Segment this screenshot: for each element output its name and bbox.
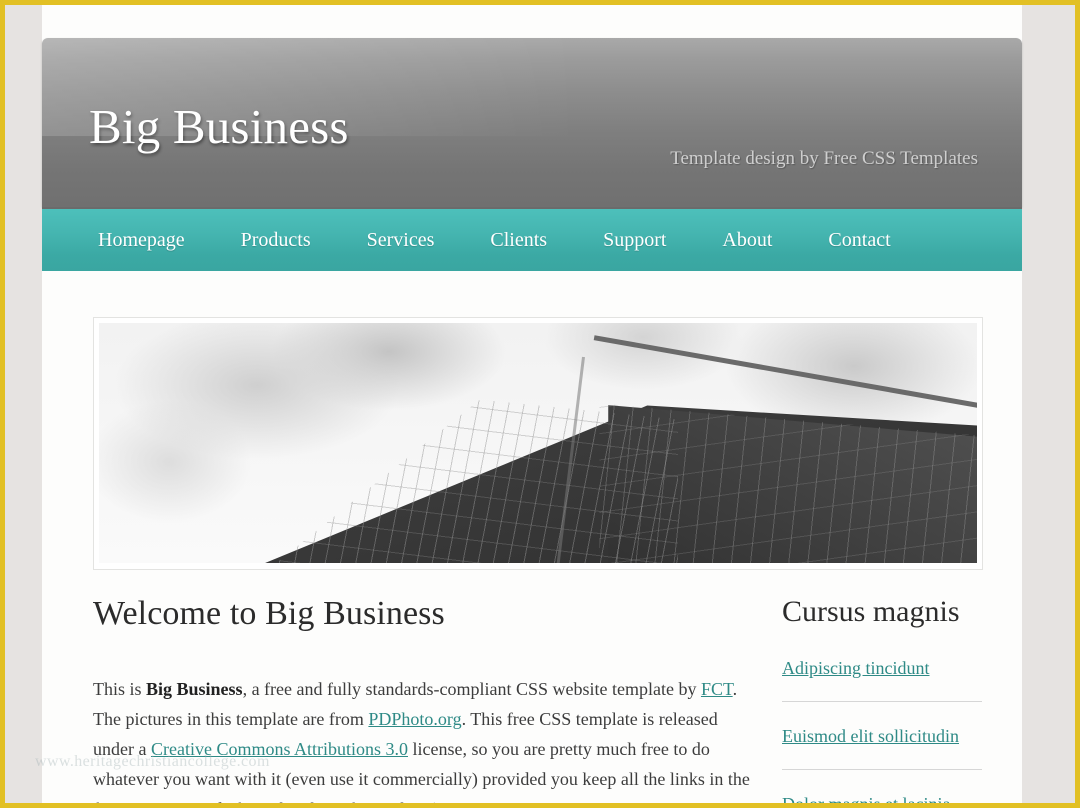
- nav-item-products[interactable]: Products: [231, 227, 321, 254]
- nav-item-support[interactable]: Support: [593, 227, 676, 254]
- nav-link-about[interactable]: About: [712, 227, 782, 254]
- sidebar: Cursus magnis Adipiscing tincidunt Euism…: [782, 595, 982, 803]
- brand-name-bold: Big Business: [146, 679, 243, 699]
- list-item[interactable]: Adipiscing tincidunt: [782, 658, 982, 702]
- page-root: Big Business Template design by Free CSS…: [5, 5, 1075, 803]
- list-item[interactable]: Euismod elit sollicitudin: [782, 726, 982, 770]
- link-creative-commons[interactable]: Creative Commons Attributions 3.0: [151, 739, 408, 759]
- paragraph-text-1: This is: [93, 679, 147, 699]
- nav-link-support[interactable]: Support: [593, 227, 676, 254]
- page-title: Welcome to Big Business: [93, 595, 445, 632]
- nav-item-clients[interactable]: Clients: [480, 227, 557, 254]
- site-logo[interactable]: Big Business: [89, 98, 349, 155]
- banner-image-frame: [93, 317, 983, 570]
- sidebar-link-euismod-elit-sollicitudin[interactable]: Euismod elit sollicitudin: [782, 726, 959, 746]
- nav-item-services[interactable]: Services: [357, 227, 445, 254]
- main-navigation: Homepage Products Services Clients Suppo…: [42, 207, 1022, 271]
- main-column: Welcome to Big Business This is Big Busi…: [93, 595, 758, 803]
- nav-link-contact[interactable]: Contact: [818, 227, 900, 254]
- sidebar-title: Cursus magnis: [782, 595, 960, 628]
- site-header: Big Business Template design by Free CSS…: [42, 38, 1022, 207]
- nav-list: Homepage Products Services Clients Suppo…: [88, 227, 933, 254]
- nav-link-products[interactable]: Products: [231, 227, 321, 254]
- nav-link-services[interactable]: Services: [357, 227, 445, 254]
- nav-item-about[interactable]: About: [712, 227, 782, 254]
- nav-link-clients[interactable]: Clients: [480, 227, 557, 254]
- skyscraper-photo: [99, 323, 977, 563]
- sidebar-link-adipiscing-tincidunt[interactable]: Adipiscing tincidunt: [782, 658, 930, 678]
- paragraph-text-2: , a free and fully standards-compliant C…: [242, 679, 701, 699]
- nav-item-contact[interactable]: Contact: [818, 227, 900, 254]
- sidebar-link-dolor-magnis-et-lacinia[interactable]: Dolor magnis et lacinia: [782, 794, 950, 803]
- sidebar-list: Adipiscing tincidunt Euismod elit sollic…: [782, 658, 982, 803]
- link-fct[interactable]: FCT: [701, 679, 733, 699]
- header-tagline: Template design by Free CSS Templates: [670, 148, 978, 169]
- nav-item-homepage[interactable]: Homepage: [88, 227, 195, 254]
- intro-paragraph: This is Big Business, a free and fully s…: [93, 674, 758, 803]
- nav-link-homepage[interactable]: Homepage: [88, 227, 195, 254]
- link-pdphoto[interactable]: PDPhoto.org: [368, 709, 461, 729]
- list-item[interactable]: Dolor magnis et lacinia: [782, 794, 982, 803]
